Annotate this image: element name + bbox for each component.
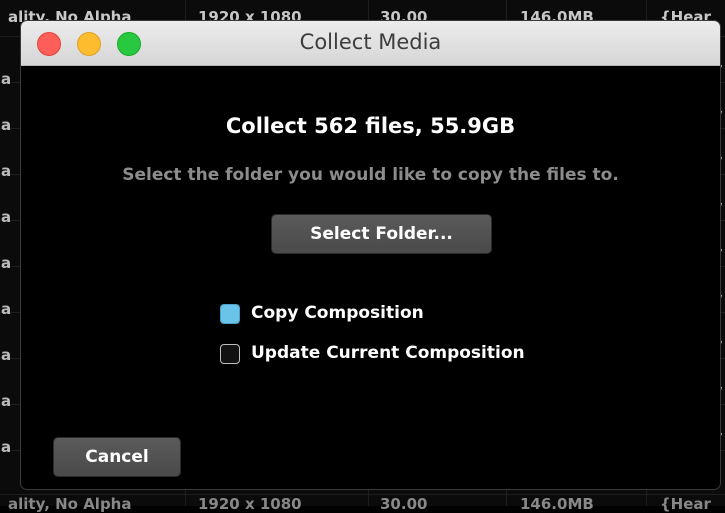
table-cell-edge: a bbox=[1, 438, 12, 456]
table-cell-edge: a bbox=[1, 70, 12, 88]
update-composition-checkbox[interactable] bbox=[220, 344, 240, 364]
table-cell-edge: a bbox=[1, 162, 12, 180]
select-folder-button[interactable]: Select Folder... bbox=[271, 214, 492, 254]
table-cell: 1920 x 1080 bbox=[198, 495, 302, 513]
collect-summary-heading: Collect 562 files, 55.9GB bbox=[225, 114, 516, 138]
table-cell-edge: a bbox=[1, 254, 12, 272]
table-cell: {Hear bbox=[660, 495, 711, 513]
copy-composition-label[interactable]: Copy Composition bbox=[251, 303, 424, 323]
table-cell-edge: a bbox=[1, 300, 12, 318]
collect-media-dialog: Collect Media Collect 562 files, 55.9GB … bbox=[21, 21, 720, 489]
title-bar[interactable]: Collect Media bbox=[21, 21, 720, 66]
table-cell: ality, No Alpha bbox=[8, 495, 132, 513]
table-cell-edge: a bbox=[1, 346, 12, 364]
table-cell-edge: a bbox=[1, 208, 12, 226]
instruction-text: Select the folder you would like to copy… bbox=[122, 165, 619, 185]
table-cell-edge: a bbox=[1, 116, 12, 134]
table-cell-edge: a bbox=[1, 392, 12, 410]
table-cell: 30.00 bbox=[380, 495, 428, 513]
window-title: Collect Media bbox=[299, 30, 442, 54]
update-composition-label[interactable]: Update Current Composition bbox=[251, 343, 525, 363]
table-cell: 146.0MB bbox=[520, 495, 594, 513]
cancel-button[interactable]: Cancel bbox=[53, 437, 181, 477]
copy-composition-checkbox[interactable] bbox=[220, 304, 240, 324]
